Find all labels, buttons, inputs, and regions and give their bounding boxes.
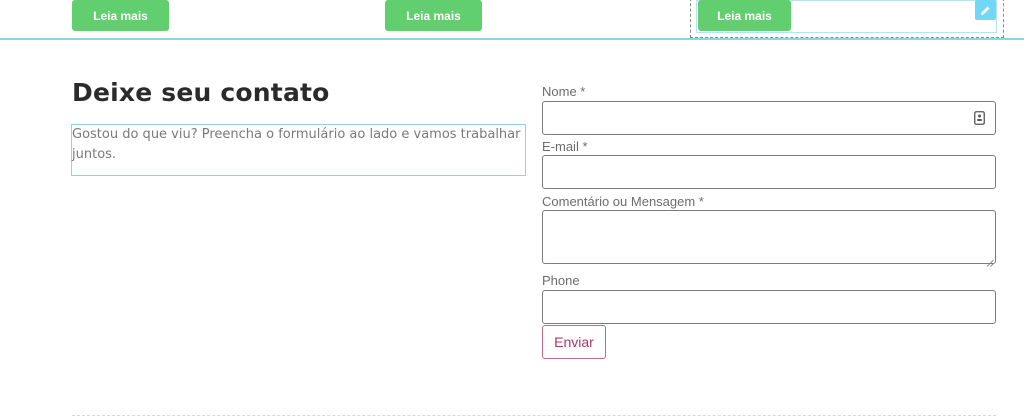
email-input[interactable] bbox=[542, 155, 996, 189]
submit-button[interactable]: Enviar bbox=[542, 325, 606, 359]
contact-description: Gostou do que viu? Preencha o formulário… bbox=[72, 127, 521, 162]
read-more-button-2[interactable]: Leia mais bbox=[385, 0, 482, 31]
read-more-button-3[interactable]: Leia mais bbox=[698, 0, 791, 31]
message-label: Comentário ou Mensagem * bbox=[542, 194, 704, 209]
email-label: E-mail * bbox=[542, 139, 588, 154]
name-input[interactable] bbox=[542, 101, 996, 135]
name-label: Nome * bbox=[542, 84, 586, 99]
posts-strip: Leia mais Leia mais Leia mais bbox=[0, 0, 1024, 39]
resize-handle-icon[interactable] bbox=[986, 254, 994, 267]
phone-label: Phone bbox=[542, 273, 580, 288]
contact-title: Deixe seu contato bbox=[72, 78, 330, 107]
bottom-divider bbox=[72, 415, 996, 416]
pencil-icon[interactable] bbox=[975, 0, 996, 20]
message-textarea[interactable] bbox=[542, 210, 996, 264]
phone-input[interactable] bbox=[542, 290, 996, 324]
section-divider bbox=[0, 38, 1024, 40]
read-more-button-1[interactable]: Leia mais bbox=[72, 0, 169, 31]
contact-card-icon[interactable] bbox=[974, 111, 985, 125]
